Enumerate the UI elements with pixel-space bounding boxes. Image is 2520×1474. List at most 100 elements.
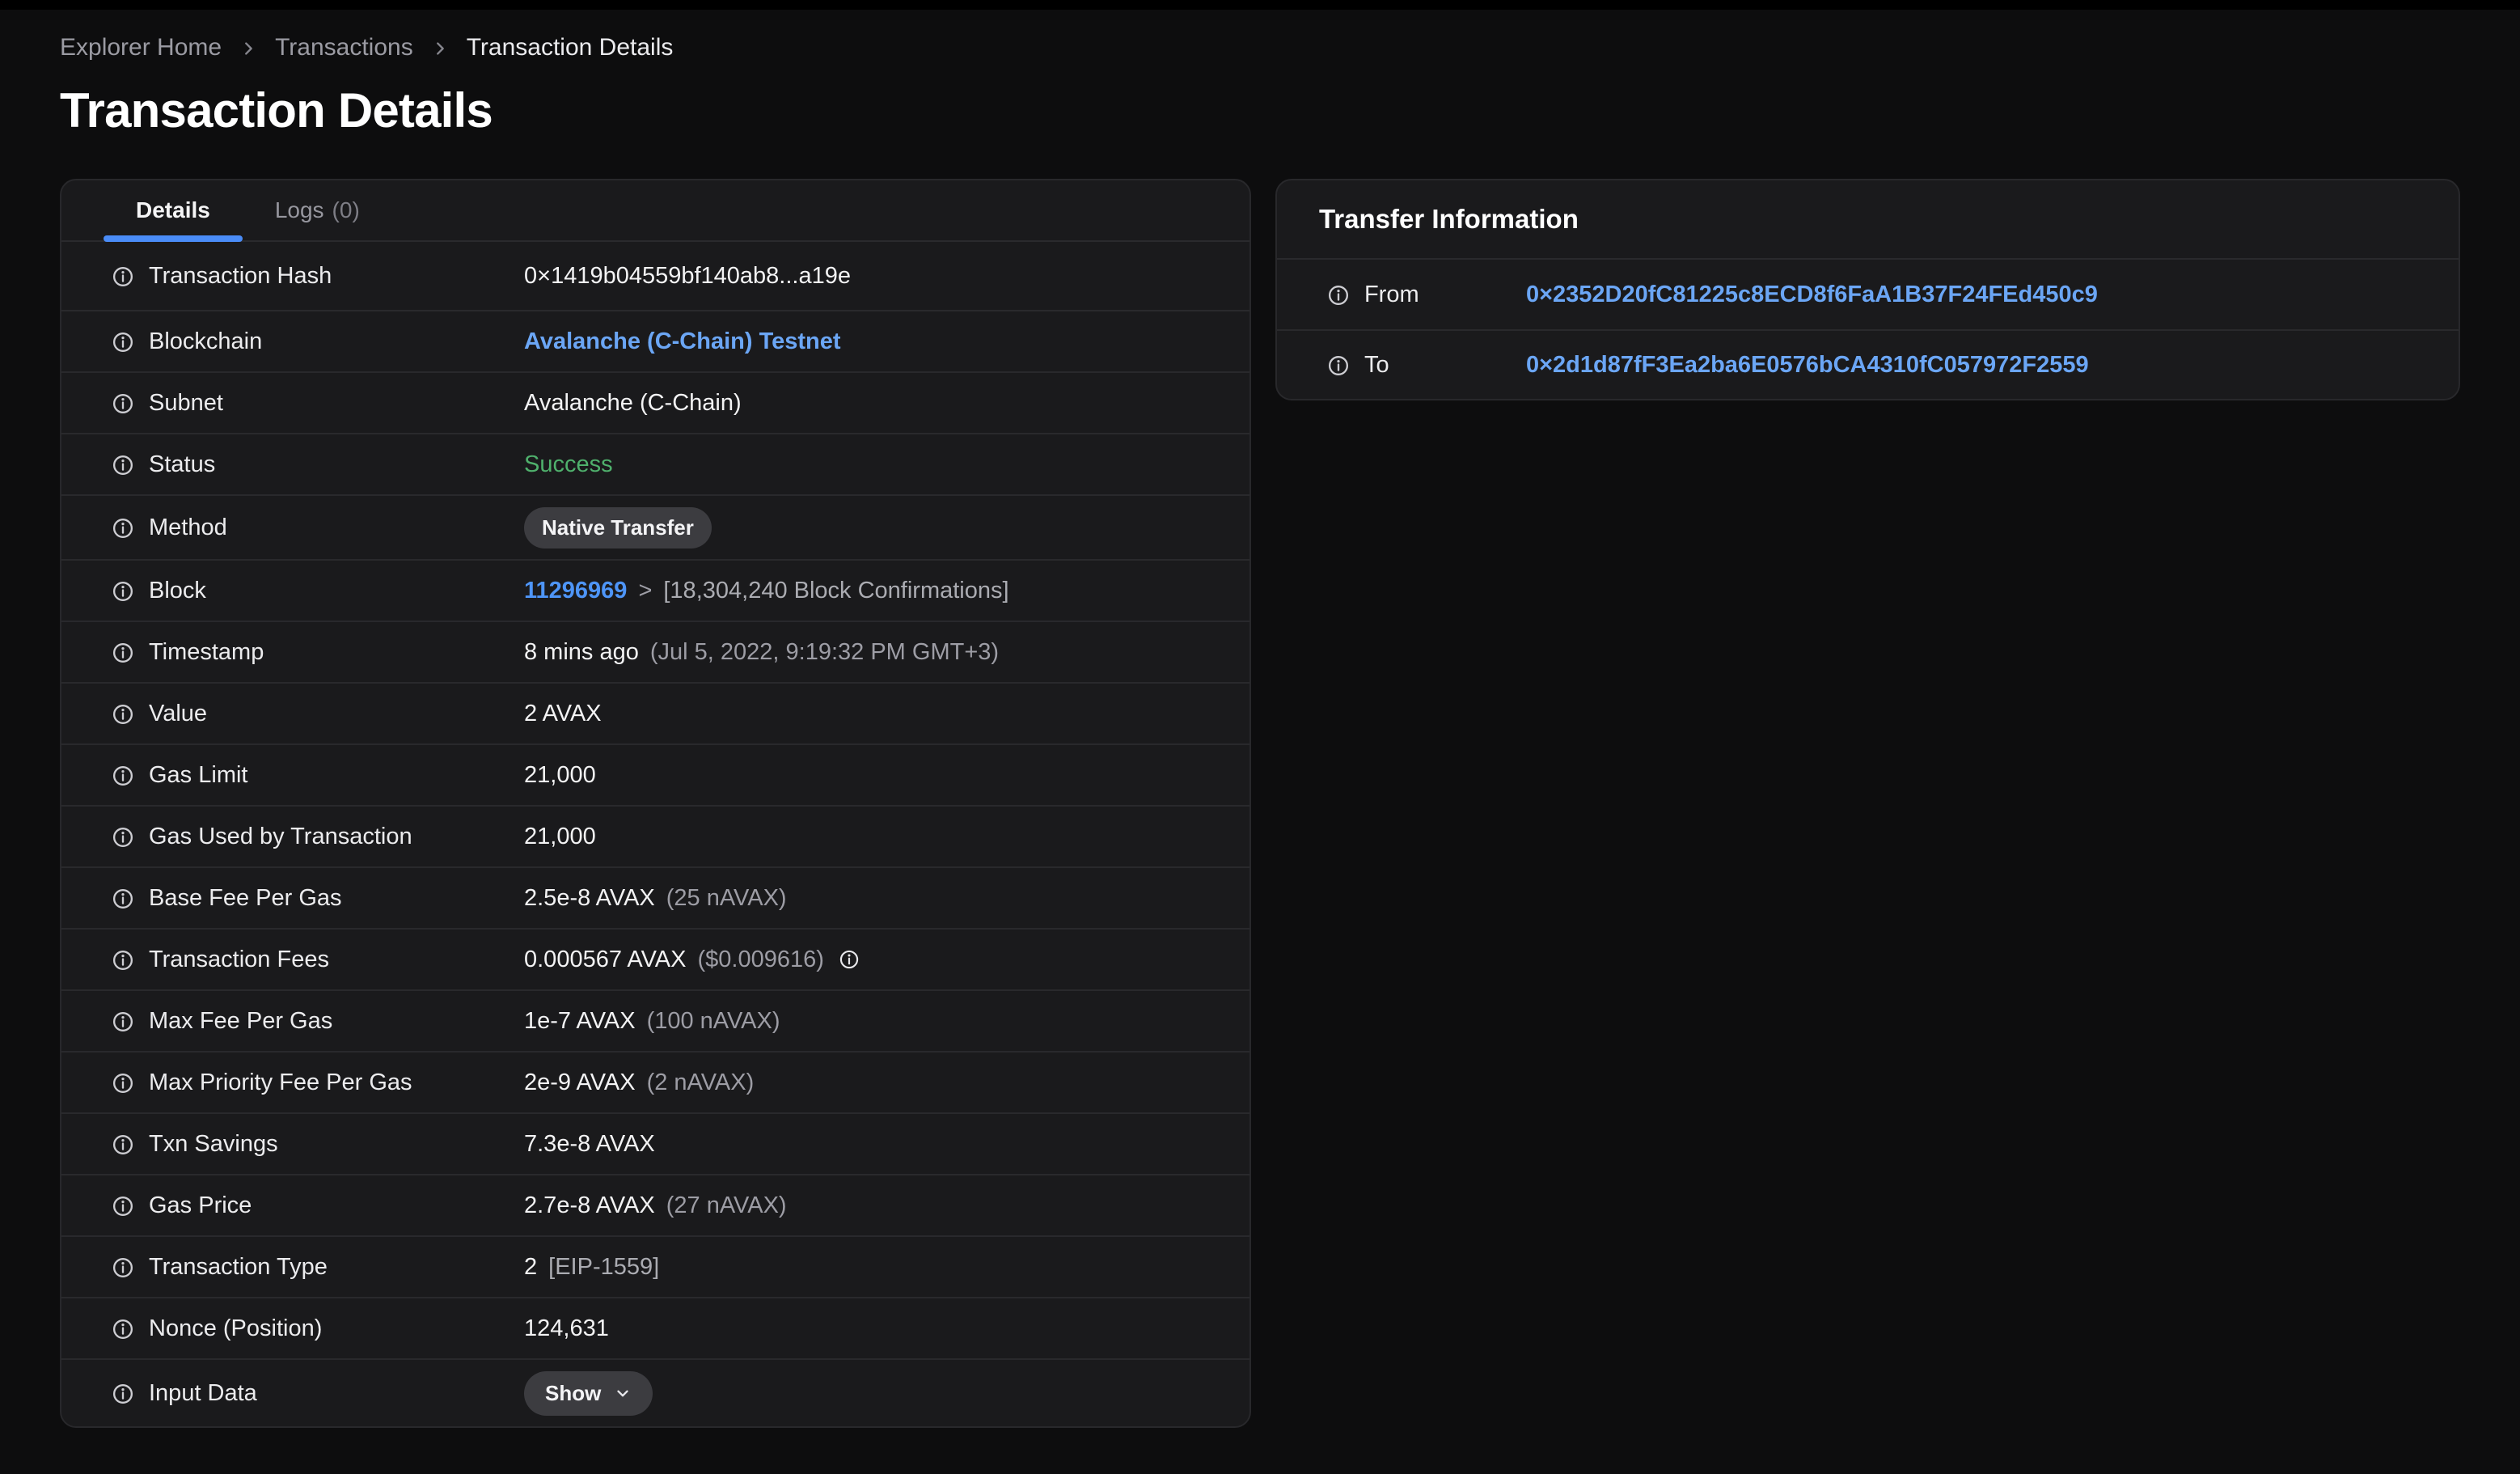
- row-gas-price: Gas Price 2.7e-8 AVAX (27 nAVAX): [61, 1174, 1249, 1235]
- subnet-value: Avalanche (C-Chain): [524, 389, 742, 416]
- breadcrumb-explorer-home[interactable]: Explorer Home: [60, 34, 222, 61]
- info-icon[interactable]: [112, 703, 134, 726]
- row-value: 11296969 > [18,304,240 Block Confirmatio…: [524, 578, 1009, 604]
- transaction-hash-value: 0×1419b04559bf140ab8...a19e: [524, 262, 851, 289]
- block-number-link[interactable]: 11296969: [524, 578, 627, 604]
- row-block: Block 11296969 > [18,304,240 Block Confi…: [61, 559, 1249, 621]
- show-button-label: Show: [545, 1380, 602, 1405]
- info-icon[interactable]: [112, 765, 134, 787]
- breadcrumb-transactions[interactable]: Transactions: [275, 34, 413, 61]
- row-label-group: Gas Used by Transaction: [112, 824, 524, 850]
- info-icon[interactable]: [112, 642, 134, 664]
- info-icon[interactable]: [112, 454, 134, 477]
- info-icon[interactable]: [112, 949, 134, 972]
- row-max-fee: Max Fee Per Gas 1e-7 AVAX (100 nAVAX): [61, 989, 1249, 1051]
- info-icon[interactable]: [112, 1195, 134, 1218]
- transaction-fees-value: 0.000567 AVAX: [524, 946, 687, 972]
- row-value: Avalanche (C-Chain) Testnet: [524, 328, 841, 355]
- page-content: Explorer Home Transactions Transaction D…: [0, 34, 2520, 1428]
- block-confirmations: [18,304,240 Block Confirmations]: [663, 577, 1009, 604]
- chevron-right-icon: [239, 40, 257, 57]
- page-title: Transaction Details: [60, 83, 493, 138]
- base-fee-value: 2.5e-8 AVAX: [524, 884, 655, 911]
- row-value: Native Transfer: [524, 506, 712, 549]
- info-icon[interactable]: [112, 887, 134, 910]
- gas-limit-value: 21,000: [524, 761, 596, 788]
- cards-container: Details Logs (0) Transaction Hash 0×1419…: [60, 179, 2460, 1428]
- row-value: 124,631: [524, 1315, 609, 1342]
- row-value: 0×2d1d87fF3Ea2ba6E0576bCA4310fC057972F25…: [1526, 352, 2089, 379]
- row-value: 2.5e-8 AVAX (25 nAVAX): [524, 885, 787, 912]
- row-label: Max Priority Fee Per Gas: [149, 1069, 412, 1095]
- txn-savings-value: 7.3e-8 AVAX: [524, 1130, 655, 1157]
- row-label-group: Blockchain: [112, 328, 524, 355]
- show-input-data-button[interactable]: Show: [524, 1370, 653, 1416]
- info-icon[interactable]: [112, 392, 134, 415]
- transfer-information-card: Transfer Information From 0×2352D20fC812…: [1275, 179, 2460, 400]
- transaction-details-page: Explorer Home Transactions Transaction D…: [0, 0, 2520, 1474]
- tab-details[interactable]: Details: [104, 180, 243, 242]
- gas-price-secondary: (27 nAVAX): [666, 1192, 787, 1218]
- info-icon[interactable]: [112, 1383, 134, 1405]
- info-icon[interactable]: [112, 1010, 134, 1033]
- info-icon[interactable]: [112, 1072, 134, 1095]
- transaction-type-secondary: [EIP-1559]: [548, 1253, 660, 1280]
- row-label-group: Timestamp: [112, 639, 524, 666]
- row-label: Input Data: [149, 1379, 257, 1406]
- info-icon[interactable]: [112, 1133, 134, 1156]
- tab-logs[interactable]: Logs (0): [243, 180, 392, 240]
- row-nonce: Nonce (Position) 124,631: [61, 1297, 1249, 1358]
- row-label-group: Input Data: [112, 1380, 524, 1407]
- from-address-link[interactable]: 0×2352D20fC81225c8ECD8f6FaA1B37F24FEd450…: [1526, 282, 2098, 307]
- row-subnet: Subnet Avalanche (C-Chain): [61, 371, 1249, 433]
- row-base-fee: Base Fee Per Gas 2.5e-8 AVAX (25 nAVAX): [61, 866, 1249, 928]
- blockchain-link[interactable]: Avalanche (C-Chain) Testnet: [524, 328, 841, 355]
- info-icon[interactable]: [1327, 354, 1350, 377]
- nonce-value: 124,631: [524, 1315, 609, 1341]
- row-label: Transaction Hash: [149, 262, 332, 289]
- transfer-information-title: Transfer Information: [1276, 180, 2459, 260]
- row-label-group: To: [1327, 352, 1526, 379]
- tab-logs-count: (0): [332, 197, 360, 222]
- row-value: Success: [524, 451, 613, 478]
- status-badge: Success: [524, 451, 613, 477]
- row-label-group: Status: [112, 451, 524, 478]
- row-value: Avalanche (C-Chain): [524, 390, 742, 417]
- row-blockchain: Blockchain Avalanche (C-Chain) Testnet: [61, 310, 1249, 371]
- info-icon[interactable]: [112, 1318, 134, 1341]
- max-priority-fee-secondary: (2 nAVAX): [646, 1069, 755, 1095]
- block-separator: >: [638, 577, 653, 604]
- row-label-group: Base Fee Per Gas: [112, 885, 524, 912]
- info-icon[interactable]: [112, 826, 134, 849]
- row-label: Subnet: [149, 389, 223, 416]
- info-icon[interactable]: [839, 949, 860, 970]
- row-label-group: Txn Savings: [112, 1131, 524, 1158]
- info-icon[interactable]: [112, 265, 134, 288]
- tab-bar: Details Logs (0): [61, 180, 1249, 242]
- row-status: Status Success: [61, 433, 1249, 494]
- transaction-details-card: Details Logs (0) Transaction Hash 0×1419…: [60, 179, 1251, 1428]
- row-label-group: Max Priority Fee Per Gas: [112, 1069, 524, 1096]
- row-value: 0.000567 AVAX ($0.009616): [524, 947, 860, 973]
- row-label: From: [1364, 281, 1419, 307]
- row-label: Transaction Fees: [149, 946, 329, 972]
- row-value: 2 [EIP-1559]: [524, 1254, 659, 1281]
- row-label: Base Fee Per Gas: [149, 884, 342, 911]
- row-label: Timestamp: [149, 638, 264, 665]
- row-label-group: Transaction Fees: [112, 947, 524, 973]
- chevron-down-icon: [614, 1384, 632, 1402]
- row-txn-savings: Txn Savings 7.3e-8 AVAX: [61, 1112, 1249, 1174]
- gas-used-value: 21,000: [524, 823, 596, 849]
- info-icon[interactable]: [112, 517, 134, 540]
- row-label-group: Subnet: [112, 390, 524, 417]
- row-label: Value: [149, 700, 208, 726]
- to-address-link[interactable]: 0×2d1d87fF3Ea2ba6E0576bCA4310fC057972F25…: [1526, 352, 2089, 378]
- info-icon[interactable]: [112, 1256, 134, 1279]
- row-label: Gas Price: [149, 1192, 252, 1218]
- row-value: 2 AVAX: [524, 701, 602, 727]
- info-icon[interactable]: [112, 580, 134, 603]
- row-label: Gas Limit: [149, 761, 248, 788]
- info-icon[interactable]: [1327, 284, 1350, 307]
- info-icon[interactable]: [112, 331, 134, 354]
- row-value: 0×2352D20fC81225c8ECD8f6FaA1B37F24FEd450…: [1526, 282, 2098, 308]
